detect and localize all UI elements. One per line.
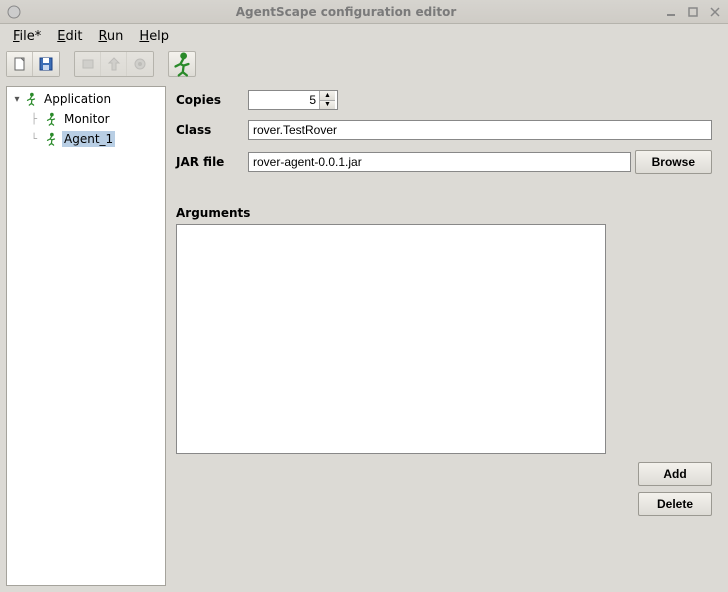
tool-btn-2 (101, 52, 127, 76)
menu-run[interactable]: Run (91, 27, 130, 46)
spinner-buttons: ▲ ▼ (319, 91, 335, 109)
class-input[interactable] (248, 120, 712, 140)
tree-item-agent1[interactable]: └ Agent_1 (19, 129, 165, 149)
window-title: AgentScape configuration editor (28, 5, 664, 19)
content-area: ▾ Application ├ Monitor └ (0, 80, 728, 592)
copies-spinner[interactable]: ▲ ▼ (248, 90, 338, 110)
copies-row: Copies ▲ ▼ (176, 90, 712, 110)
add-button[interactable]: Add (638, 462, 712, 486)
spinner-up-button[interactable]: ▲ (320, 91, 335, 101)
form-panel: Copies ▲ ▼ Class JAR file Browse Argume (172, 86, 722, 586)
running-man-icon (43, 131, 59, 147)
new-file-button[interactable] (7, 52, 33, 76)
copies-label: Copies (176, 93, 244, 107)
tree-root-label[interactable]: Application (42, 91, 113, 107)
tree-item-monitor[interactable]: ├ Monitor (19, 109, 165, 129)
menu-edit[interactable]: Edit (50, 27, 89, 46)
main-window: AgentScape configuration editor File* Ed… (0, 0, 728, 592)
menu-file[interactable]: File* (6, 27, 48, 46)
class-label: Class (176, 123, 244, 137)
close-button[interactable] (708, 5, 722, 19)
arguments-left (176, 224, 606, 454)
menu-help[interactable]: Help (132, 27, 176, 46)
tree-panel[interactable]: ▾ Application ├ Monitor └ (6, 86, 166, 586)
minimize-button[interactable] (664, 5, 678, 19)
class-row: Class (176, 120, 712, 140)
window-controls (664, 5, 722, 19)
titlebar: AgentScape configuration editor (0, 0, 728, 24)
running-man-icon (23, 91, 39, 107)
browse-button[interactable]: Browse (635, 150, 712, 174)
toolbar-file-group (6, 51, 60, 77)
tree-root[interactable]: ▾ Application (7, 89, 165, 109)
arguments-section (176, 224, 712, 454)
jarfile-input[interactable] (248, 152, 631, 172)
run-button[interactable] (168, 51, 196, 77)
menubar: File* Edit Run Help (0, 24, 728, 48)
tree-item-label[interactable]: Agent_1 (62, 131, 115, 147)
argument-buttons: Add Delete (176, 462, 712, 516)
tool-btn-1 (75, 52, 101, 76)
arguments-label: Arguments (176, 206, 712, 220)
tree-item-label[interactable]: Monitor (62, 111, 112, 127)
jarfile-row: JAR file Browse (176, 150, 712, 174)
app-icon (6, 4, 22, 20)
toolbar-run-group (74, 51, 154, 77)
save-button[interactable] (33, 52, 59, 76)
tree-toggle-icon[interactable]: ▾ (11, 94, 23, 105)
tool-btn-3 (127, 52, 153, 76)
jarfile-label: JAR file (176, 155, 244, 169)
delete-button[interactable]: Delete (638, 492, 712, 516)
maximize-button[interactable] (686, 5, 700, 19)
running-man-icon (43, 111, 59, 127)
spinner-down-button[interactable]: ▼ (320, 101, 335, 110)
copies-input[interactable] (249, 91, 319, 109)
arguments-textarea[interactable] (176, 224, 606, 454)
toolbar (0, 48, 728, 80)
tree-children: ├ Monitor └ Agent_1 (7, 109, 165, 149)
